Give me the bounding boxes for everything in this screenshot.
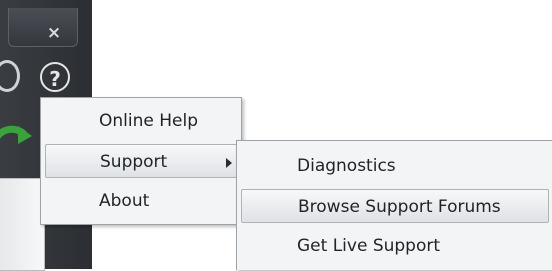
menu-item-online-help[interactable]: Online Help (45, 104, 237, 138)
menu-item-label: About (99, 191, 150, 211)
submenu-item-label: Diagnostics (297, 156, 396, 176)
submenu-arrow-icon (226, 158, 232, 168)
submenu-item-label: Get Live Support (297, 236, 441, 256)
close-icon: × (46, 23, 62, 43)
close-button[interactable]: × (8, 8, 78, 47)
help-menu: Online Help Support About (40, 97, 242, 225)
side-panel-background (0, 179, 44, 270)
menu-item-about[interactable]: About (45, 184, 237, 218)
submenu-item-diagnostics[interactable]: Diagnostics (241, 149, 549, 183)
help-icon[interactable]: ? (40, 62, 70, 92)
side-panel (0, 178, 45, 271)
submenu-item-label: Browse Support Forums (298, 197, 501, 217)
submenu-item-browse-support-forums[interactable]: Browse Support Forums (241, 189, 549, 223)
gear-icon[interactable] (0, 60, 20, 92)
refresh-icon[interactable] (0, 120, 40, 160)
menu-item-support[interactable]: Support (45, 144, 237, 178)
support-submenu: Diagnostics Browse Support Forums Get Li… (236, 140, 552, 270)
menu-item-label: Online Help (99, 111, 198, 131)
menu-item-label: Support (100, 152, 168, 172)
submenu-item-get-live-support[interactable]: Get Live Support (241, 229, 549, 263)
